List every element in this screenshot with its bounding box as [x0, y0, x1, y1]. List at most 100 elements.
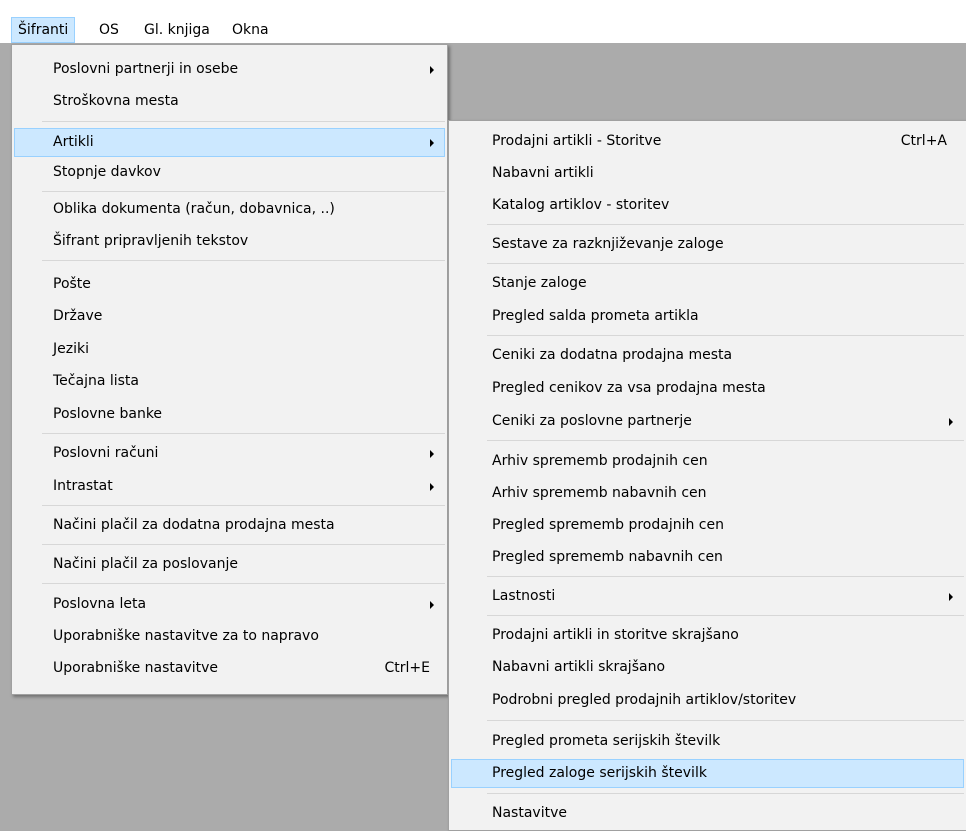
menu-item-label: Tečajna lista: [53, 373, 139, 389]
menu-item-label: Načini plačil za poslovanje: [53, 556, 238, 572]
menu-item-stroskovna-mesta[interactable]: Stroškovna mesta: [14, 87, 445, 116]
menu-item-label: Pregled sprememb prodajnih cen: [492, 517, 724, 533]
menu-item-label: Stanje zaloge: [492, 275, 587, 291]
menu-separator: [42, 121, 445, 122]
menu-item-label: Ceniki za dodatna prodajna mesta: [492, 347, 733, 363]
menu-sifranti[interactable]: Šifranti: [11, 17, 76, 43]
submenu-item-zaloga-serijskih[interactable]: Pregled zaloge serijskih številk: [451, 759, 964, 788]
menu-item-drzave[interactable]: Države: [14, 302, 445, 331]
menu-item-label: Intrastat: [53, 478, 113, 494]
menu-item-label: Poslovna leta: [53, 596, 147, 612]
menu-item-oblika-dokumenta[interactable]: Oblika dokumenta (račun, dobavnica, ..): [14, 195, 445, 224]
menu-item-label: Načini plačil za dodatna prodajna mesta: [53, 517, 335, 533]
menu-item-label: Stroškovna mesta: [53, 93, 179, 109]
menu-item-label: Stopnje davkov: [53, 164, 161, 180]
submenu-arrow-icon: [430, 139, 434, 147]
menu-item-poste[interactable]: Pošte: [14, 270, 445, 299]
menu-item-sifrant-tekstov[interactable]: Šifrant pripravljenih tekstov: [14, 227, 445, 256]
submenu-item-nastavitve[interactable]: Nastavitve: [451, 799, 964, 828]
menu-item-label: Nastavitve: [492, 805, 567, 821]
submenu-item-arhiv-nabavnih[interactable]: Arhiv sprememb nabavnih cen: [451, 479, 964, 508]
menu-item-poslovni-partnerji[interactable]: Poslovni partnerji in osebe: [14, 55, 445, 84]
menu-item-label: Artikli: [53, 134, 94, 150]
menu-item-label: Šifrant pripravljenih tekstov: [53, 233, 249, 249]
menu-item-shortcut: Ctrl+A: [900, 133, 947, 149]
menu-item-label: Poslovni partnerji in osebe: [53, 61, 239, 77]
menu-item-label: Nabavni artikli: [492, 165, 594, 181]
menu-item-label: Pregled prometa serijskih številk: [492, 733, 721, 749]
menu-gl-knjiga[interactable]: Gl. knjiga: [138, 17, 216, 43]
submenu-item-pregled-cenikov[interactable]: Pregled cenikov za vsa prodajna mesta: [451, 374, 964, 403]
submenu-item-lastnosti[interactable]: Lastnosti: [451, 582, 964, 611]
menu-separator: [42, 505, 445, 506]
submenu-item-prodajni-skrajsano[interactable]: Prodajni artikli in storitve skrajšano: [451, 621, 964, 650]
menu-item-label: Podrobni pregled prodajnih artiklov/stor…: [492, 692, 797, 708]
menu-item-label: Katalog artiklov - storitev: [492, 197, 670, 213]
menu-item-label: Lastnosti: [492, 588, 556, 604]
menu-item-nacini-placil-poslovanje[interactable]: Načini plačil za poslovanje: [14, 550, 445, 579]
submenu-item-nabavni-artikli[interactable]: Nabavni artikli: [451, 159, 964, 188]
sifranti-dropdown-menu: Poslovni partnerji in osebe Stroškovna m…: [11, 44, 448, 695]
menu-item-artikli[interactable]: Artikli: [14, 128, 445, 157]
menu-separator: [42, 260, 445, 261]
menu-separator: [487, 576, 964, 577]
submenu-item-ceniki-partnerje[interactable]: Ceniki za poslovne partnerje: [451, 407, 964, 436]
menu-item-label: Sestave za razknjiževanje zaloge: [492, 236, 724, 252]
menu-item-label: Nabavni artikli skrajšano: [492, 659, 666, 675]
submenu-item-katalog[interactable]: Katalog artiklov - storitev: [451, 191, 964, 220]
menu-separator: [42, 191, 445, 192]
submenu-arrow-icon: [949, 418, 953, 426]
menu-item-label: Prodajni artikli - Storitve: [492, 133, 662, 149]
menu-separator: [42, 544, 445, 545]
menu-item-label: Oblika dokumenta (račun, dobavnica, ..): [53, 201, 335, 217]
menu-item-label: Pregled zaloge serijskih številk: [492, 765, 707, 781]
submenu-item-nabavni-skrajsano[interactable]: Nabavni artikli skrajšano: [451, 653, 964, 682]
menu-item-label: Poslovne banke: [53, 406, 163, 422]
submenu-arrow-icon: [430, 66, 434, 74]
menu-separator: [487, 440, 964, 441]
menu-item-poslovni-racuni[interactable]: Poslovni računi: [14, 439, 445, 468]
menu-os[interactable]: OS: [93, 17, 125, 43]
menu-item-label: Arhiv sprememb prodajnih cen: [492, 453, 708, 469]
submenu-item-pregled-nabavnih-cen[interactable]: Pregled sprememb nabavnih cen: [451, 543, 964, 572]
submenu-item-pregled-prodajnih-cen[interactable]: Pregled sprememb prodajnih cen: [451, 511, 964, 540]
submenu-arrow-icon: [949, 593, 953, 601]
menu-item-uporabniske-nastavitve[interactable]: Uporabniške nastavitve Ctrl+E: [14, 654, 445, 683]
menu-item-label: Pregled cenikov za vsa prodajna mesta: [492, 380, 766, 396]
submenu-item-promet-serijskih[interactable]: Pregled prometa serijskih številk: [451, 727, 964, 756]
menu-bar: Šifranti OS Gl. knjiga Okna: [0, 0, 966, 43]
menu-item-intrastat[interactable]: Intrastat: [14, 472, 445, 501]
menu-separator: [487, 335, 964, 336]
menu-item-label: Uporabniške nastavitve: [53, 660, 219, 676]
submenu-arrow-icon: [430, 483, 434, 491]
menu-item-tecajna-lista[interactable]: Tečajna lista: [14, 367, 445, 396]
menu-item-label: Jeziki: [53, 341, 89, 357]
artikli-submenu: Prodajni artikli - Storitve Ctrl+A Nabav…: [448, 120, 966, 831]
menu-item-label: Prodajni artikli in storitve skrajšano: [492, 627, 739, 643]
submenu-item-salda-prometa[interactable]: Pregled salda prometa artikla: [451, 302, 964, 331]
menu-item-label: Uporabniške nastavitve za to napravo: [53, 628, 319, 644]
menu-item-label: Pošte: [53, 276, 91, 292]
menu-item-uporabniske-naprava[interactable]: Uporabniške nastavitve za to napravo: [14, 622, 445, 651]
menu-item-label: Ceniki za poslovne partnerje: [492, 413, 692, 429]
menu-separator: [487, 224, 964, 225]
submenu-item-stanje-zaloge[interactable]: Stanje zaloge: [451, 269, 964, 298]
submenu-item-sestave[interactable]: Sestave za razknjiževanje zaloge: [451, 230, 964, 259]
menu-item-poslovna-leta[interactable]: Poslovna leta: [14, 590, 445, 619]
menu-separator: [487, 263, 964, 264]
submenu-item-arhiv-prodajnih[interactable]: Arhiv sprememb prodajnih cen: [451, 447, 964, 476]
menu-separator: [42, 583, 445, 584]
menu-separator: [487, 793, 964, 794]
submenu-item-prodajni-artikli[interactable]: Prodajni artikli - Storitve Ctrl+A: [451, 127, 964, 156]
menu-item-poslovne-banke[interactable]: Poslovne banke: [14, 400, 445, 429]
menu-item-stopnje-davkov[interactable]: Stopnje davkov: [14, 158, 445, 187]
menu-item-nacini-placil-prodajna[interactable]: Načini plačil za dodatna prodajna mesta: [14, 511, 445, 540]
menu-item-jeziki[interactable]: Jeziki: [14, 335, 445, 364]
submenu-item-ceniki-dodatna[interactable]: Ceniki za dodatna prodajna mesta: [451, 341, 964, 370]
menu-separator: [487, 720, 964, 721]
submenu-item-podrobni-pregled[interactable]: Podrobni pregled prodajnih artiklov/stor…: [451, 686, 964, 715]
menu-separator: [487, 615, 964, 616]
menu-okna[interactable]: Okna: [226, 17, 275, 43]
submenu-arrow-icon: [430, 601, 434, 609]
menu-item-shortcut: Ctrl+E: [384, 660, 431, 676]
